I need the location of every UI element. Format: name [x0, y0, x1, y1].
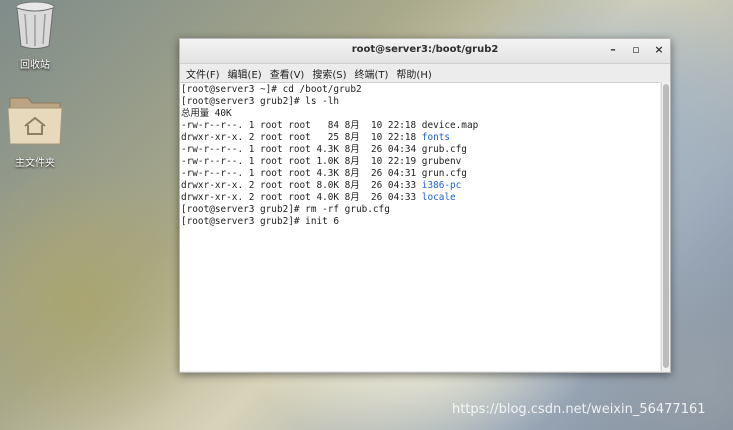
terminal-line: drwxr-xr-x. 2 root root 8.0K 8月 26 04:33… — [181, 180, 660, 192]
file-meta: -rw-r--r--. 1 root root 84 8月 10 22:18 — [181, 120, 422, 131]
terminal-scrollbar[interactable] — [661, 82, 670, 371]
terminal-line: 总用量 40K — [181, 108, 232, 119]
file-meta: -rw-r--r--. 1 root root 4.3K 8月 26 04:31 — [181, 168, 422, 179]
window-title: root@server3:/boot/grub2 — [351, 44, 499, 55]
trash-icon — [15, 1, 55, 49]
menu-terminal[interactable]: 终端(T) — [352, 66, 392, 81]
terminal-line: -rw-r--r--. 1 root root 1.0K 8月 10 22:19… — [181, 156, 660, 168]
terminal-line: [root@server3 ~]# cd /boot/grub2 — [181, 84, 362, 95]
terminal-line: -rw-r--r--. 1 root root 4.3K 8月 26 04:31… — [181, 168, 660, 180]
menu-bar: 文件(F) 编辑(E) 查看(V) 搜索(S) 终端(T) 帮助(H) — [180, 64, 670, 82]
window-titlebar[interactable]: root@server3:/boot/grub2 – ▫ × — [180, 39, 670, 64]
file-name: grub.cfg — [421, 144, 467, 155]
file-meta: drwxr-xr-x. 2 root root 25 8月 10 22:18 — [181, 132, 422, 143]
file-meta: -rw-r--r--. 1 root root 1.0K 8月 10 22:19 — [181, 156, 422, 167]
file-meta: drwxr-xr-x. 2 root root 8.0K 8月 26 04:33 — [181, 180, 422, 191]
home-folder-icon — [7, 97, 63, 145]
menu-view[interactable]: 查看(V) — [267, 66, 308, 81]
menu-help[interactable]: 帮助(H) — [393, 66, 434, 81]
file-name: grun.cfg — [421, 168, 467, 179]
menu-search[interactable]: 搜索(S) — [309, 66, 349, 81]
terminal-line: [root@server3 grub2]# ls -lh — [181, 96, 340, 107]
menu-file[interactable]: 文件(F) — [183, 66, 223, 81]
terminal-line: -rw-r--r--. 1 root root 84 8月 10 22:18 d… — [181, 120, 660, 132]
trash-label: 回收站 — [20, 60, 50, 71]
minimize-button[interactable]: – — [606, 43, 620, 57]
file-meta: drwxr-xr-x. 2 root root 4.0K 8月 26 04:33 — [181, 192, 422, 203]
menu-edit[interactable]: 编辑(E) — [225, 66, 265, 81]
terminal-line: drwxr-xr-x. 2 root root 4.0K 8月 26 04:33… — [181, 192, 660, 204]
watermark-text: https://blog.csdn.net/weixin_56477161 — [452, 402, 706, 417]
dir-name: locale — [421, 192, 456, 203]
terminal-line: [root@server3 grub2]# init 6 — [181, 216, 340, 227]
file-name: grubenv — [421, 156, 462, 167]
home-folder-label: 主文件夹 — [15, 158, 55, 169]
terminal-window: root@server3:/boot/grub2 – ▫ × 文件(F) 编辑(… — [179, 38, 671, 373]
file-meta: -rw-r--r--. 1 root root 4.3K 8月 26 04:34 — [181, 144, 422, 155]
terminal-line: -rw-r--r--. 1 root root 4.3K 8月 26 04:34… — [181, 144, 660, 156]
scrollbar-thumb[interactable] — [663, 84, 669, 368]
dir-name: fonts — [421, 132, 451, 143]
close-button[interactable]: × — [652, 43, 666, 57]
file-name: device.map — [421, 120, 479, 131]
desktop-trash[interactable]: 回收站 — [0, 0, 70, 71]
terminal-output[interactable]: [root@server3 ~]# cd /boot/grub2 [root@s… — [180, 82, 660, 371]
desktop-home-folder[interactable]: 主文件夹 — [0, 92, 70, 169]
terminal-line: [root@server3 grub2]# rm -rf grub.cfg — [181, 204, 390, 215]
maximize-button[interactable]: ▫ — [629, 43, 643, 57]
terminal-line: drwxr-xr-x. 2 root root 25 8月 10 22:18 f… — [181, 132, 660, 144]
dir-name: i386-pc — [421, 180, 462, 191]
